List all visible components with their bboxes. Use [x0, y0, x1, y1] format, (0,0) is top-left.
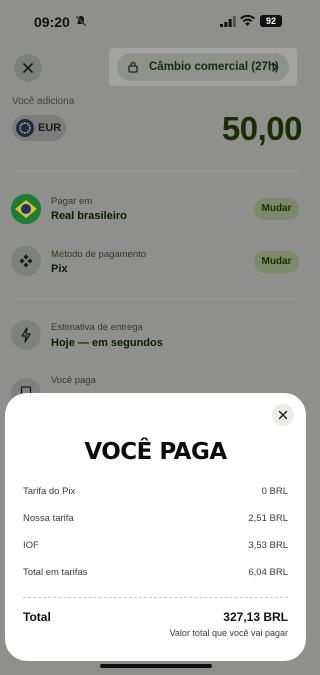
chevron-right-icon: [272, 62, 279, 72]
fee-line-label: Tarifa do Pix: [23, 486, 76, 497]
lightning-icon: [11, 320, 41, 350]
sheet-title: VOCÊ PAGA: [84, 439, 227, 465]
currency-selector[interactable]: EUR: [12, 115, 66, 141]
total-label: Total: [23, 610, 51, 624]
pix-icon: [11, 246, 41, 276]
fee-line-value: 0 BRL: [261, 486, 288, 497]
delivery-estimate-value: Hoje — em segundos: [51, 337, 163, 349]
close-icon: [278, 410, 288, 420]
exchange-rate-label: Câmbio comercial (27h): [149, 61, 279, 73]
fee-line-label: IOF: [23, 540, 39, 551]
total-note: Valor total que você vai pagar: [169, 628, 288, 638]
sheet-close-button[interactable]: [272, 404, 294, 426]
exchange-rate-panel: Câmbio comercial (27h): [109, 48, 297, 86]
close-icon: [23, 63, 33, 73]
cellular-signal-icon: [220, 16, 236, 27]
you-add-label: Você adiciona: [12, 96, 75, 107]
bell-muted-icon: [75, 15, 87, 27]
payment-method-label: Método de pagamento: [51, 249, 147, 260]
pay-in-value: Real brasileiro: [51, 210, 127, 222]
exchange-rate-button[interactable]: Câmbio comercial (27h): [117, 53, 289, 81]
divider: [11, 298, 299, 299]
amount-input[interactable]: 50,00: [222, 110, 303, 148]
you-pay-label: Você paga: [51, 375, 96, 386]
divider: [11, 171, 299, 172]
battery-indicator: 92: [260, 15, 282, 27]
home-indicator[interactable]: [100, 664, 212, 668]
status-bar: 09:20 92: [0, 0, 311, 44]
change-pay-in-button[interactable]: Mudar: [254, 198, 299, 220]
close-button[interactable]: [14, 54, 42, 82]
fee-line-value: 2,51 BRL: [248, 513, 288, 524]
total-value: 327,13 BRL: [223, 610, 288, 624]
fee-line-value: 6,04 BRL: [248, 567, 288, 578]
lock-icon: [128, 61, 138, 73]
pay-in-label: Pagar em: [51, 196, 93, 207]
payment-method-value: Pix: [51, 263, 68, 275]
fee-line-label: Nossa tarifa: [23, 513, 74, 524]
fee-line-label: Total em tarifas: [23, 567, 88, 578]
status-time: 09:20: [34, 14, 70, 30]
dashed-divider: [23, 597, 288, 598]
fee-line-value: 3,53 BRL: [248, 540, 288, 551]
brazil-flag-icon: [11, 194, 41, 224]
change-payment-method-button[interactable]: Mudar: [254, 251, 299, 273]
eu-flag-icon: [16, 119, 34, 137]
delivery-estimate-label: Estimativa de entrega: [51, 322, 143, 333]
fee-breakdown-sheet: VOCÊ PAGA Tarifa do Pix 0 BRL Nossa tari…: [5, 393, 306, 661]
currency-code: EUR: [38, 122, 62, 134]
wifi-icon: [240, 15, 255, 26]
